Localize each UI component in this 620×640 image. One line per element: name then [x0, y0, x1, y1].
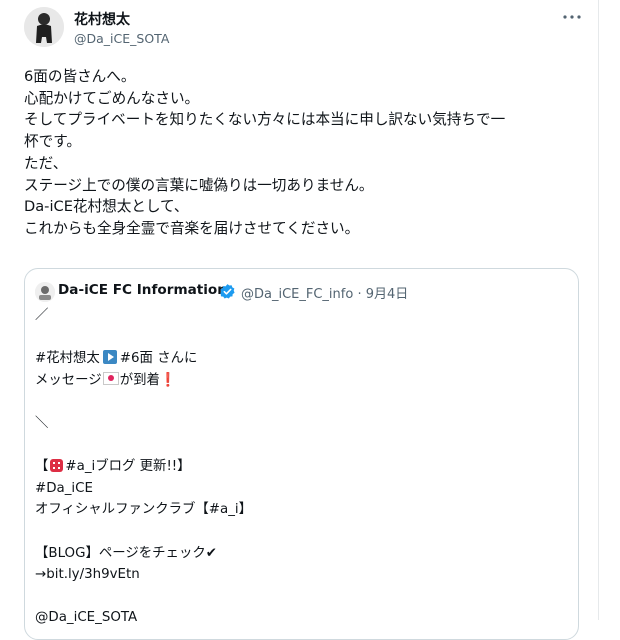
quote-text-fragment: 【: [35, 459, 49, 475]
exclamation-icon: ❗: [159, 372, 177, 388]
quote-line-blank: [35, 586, 565, 608]
tweet-line: これからも全身全霊で音楽を届けさせてください。: [24, 219, 360, 237]
quote-line-blank: [35, 327, 565, 349]
quote-line: 【BLOG】ページをチェック✔: [35, 543, 565, 565]
tweet-text: 6面の皆さんへ。 心配かけてごめんなさい。 そしてプライベートを知りたくない方々…: [24, 66, 584, 240]
quote-text: ／ #花村想太 #6面 さんに メッセージ が到着❗ ＼ 【 #a_iブログ 更新!!…: [35, 305, 565, 629]
avatar-figure-icon: [24, 7, 64, 47]
quote-handle-date: @Da_iCE_FC_info · 9月4日: [241, 287, 409, 302]
quote-line-blank: [35, 391, 565, 413]
dice-icon: [50, 459, 64, 473]
quote-mention[interactable]: @Da_iCE_SOTA: [35, 607, 565, 629]
avatar[interactable]: [24, 7, 64, 47]
quote-avatar: [35, 282, 55, 302]
quote-text-fragment: が到着: [119, 372, 160, 388]
tweet-line: Da-iCE花村想太として、: [24, 198, 189, 216]
hashtag-link[interactable]: #6面: [120, 351, 153, 366]
quote-text-fragment: 【BLOG】ページをチェック: [35, 545, 206, 561]
quote-text-fragment: 更新!!】: [135, 459, 191, 475]
play-button-icon: [102, 350, 117, 365]
fc-logo-icon: [35, 282, 55, 302]
scrollbar-track[interactable]: [601, 0, 620, 620]
quote-line[interactable]: #Da_iCE: [35, 478, 565, 500]
tweet-line: 杯です。: [24, 133, 81, 151]
hashtag-link[interactable]: #a_iブログ: [65, 459, 135, 474]
quote-text-fragment: メッセージ: [35, 372, 102, 388]
quote-line: 【 #a_iブログ 更新!!】: [35, 456, 565, 478]
quote-line-blank: [35, 435, 565, 457]
column-divider: [598, 0, 599, 620]
check-mark-icon: ✔: [205, 545, 217, 561]
quote-line: ／: [35, 308, 49, 323]
quote-text-fragment: さんに: [152, 351, 198, 367]
quote-link[interactable]: →bit.ly/3h9vEtn: [35, 564, 565, 586]
quote-author-name: Da-iCE FC Information: [58, 282, 227, 298]
love-letter-icon: [102, 371, 119, 385]
tweet-line: 6面の皆さんへ。: [24, 68, 136, 85]
author-handle[interactable]: @Da_iCE_SOTA: [74, 31, 169, 46]
quote-line: メッセージ が到着❗: [35, 370, 565, 392]
quote-line: ＼: [35, 415, 49, 431]
hashtag-link[interactable]: #花村想太: [35, 351, 100, 366]
quote-line: オフィシャルファンクラブ【#a_i】: [35, 502, 253, 518]
more-icon[interactable]: [560, 7, 584, 27]
quote-line-blank: [35, 521, 565, 543]
tweet-line: そしてプライベートを知りたくない方々には本当に申し訳ない気持ちで一: [24, 111, 506, 129]
tweet-line: ただ、: [24, 154, 68, 172]
tweet-line: 心配かけてごめんなさい。: [24, 89, 200, 107]
quote-line: #花村想太 #6面 さんに: [35, 348, 565, 370]
author-name[interactable]: 花村想太: [74, 9, 130, 29]
quoted-tweet[interactable]: Da-iCE FC Information @Da_iCE_FC_info · …: [24, 268, 579, 640]
verified-badge-icon: [219, 283, 236, 300]
tweet-line: ステージ上での僕の言葉に嘘偽りは一切ありません。: [24, 176, 374, 194]
